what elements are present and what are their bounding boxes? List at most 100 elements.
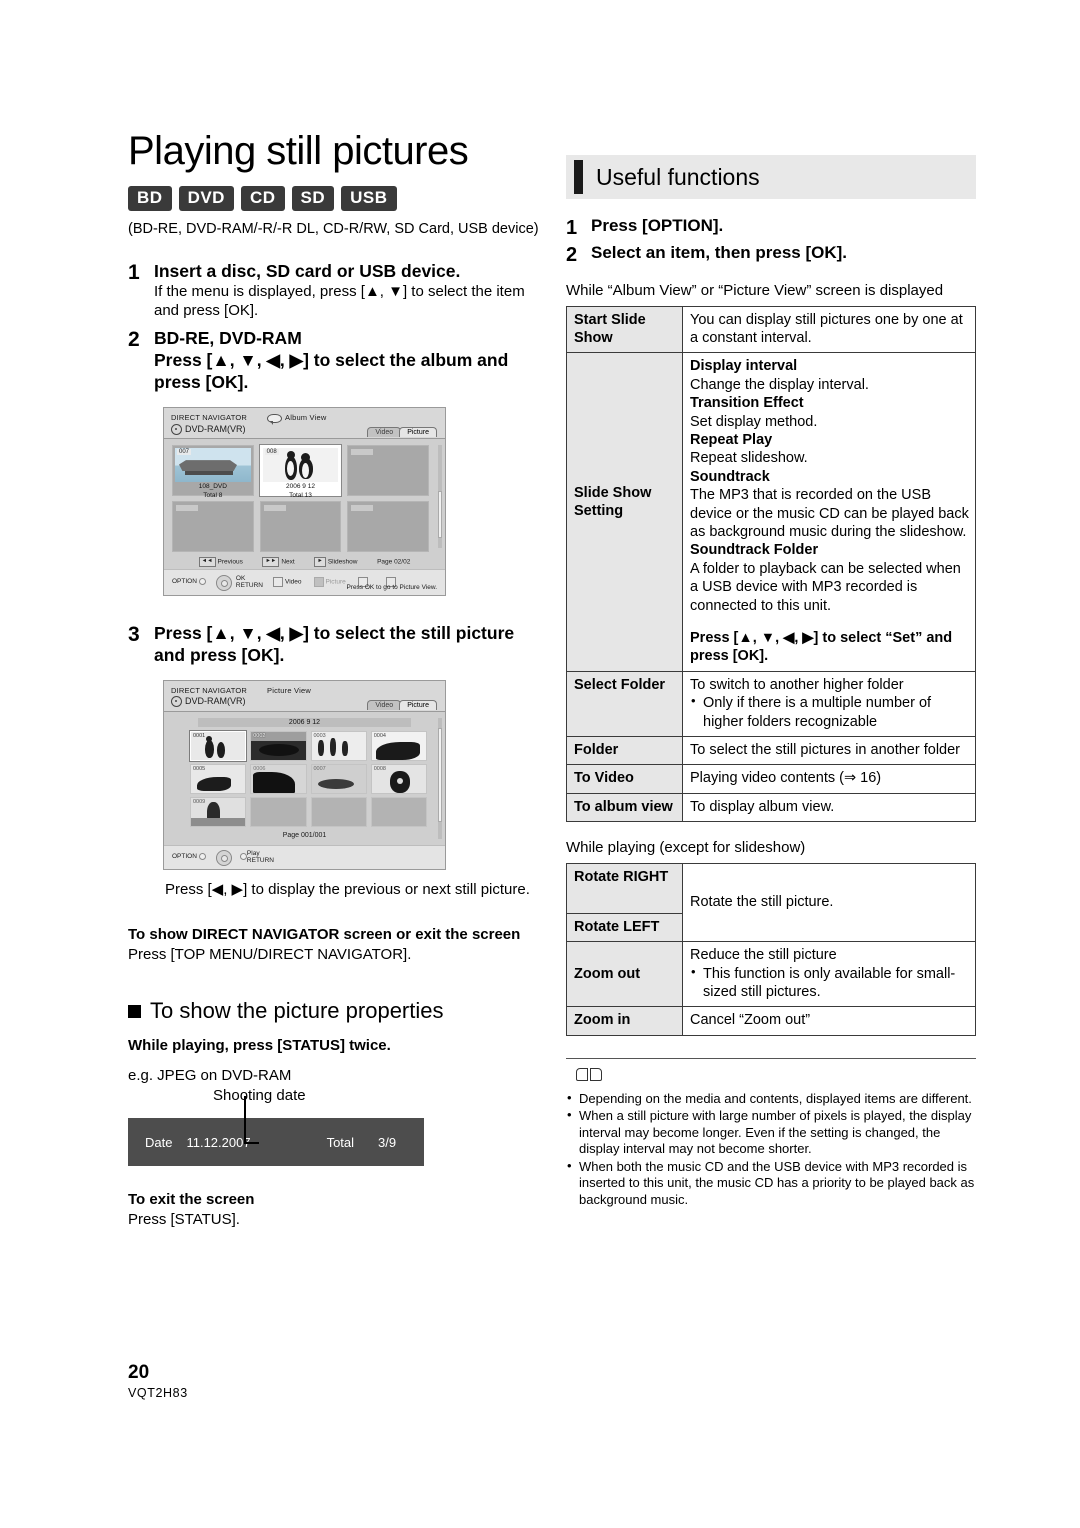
sub-option-soundtrack-folder-text: A folder to playback can be selected whe…	[690, 560, 961, 614]
zoom-out-bullets: This function is only available for smal…	[690, 964, 969, 1002]
picture-view-body: 2006 9 12 0001 0002 0003 0004 0005 0006 …	[164, 710, 445, 845]
shooting-date-callout-label: Shooting date	[213, 1087, 306, 1105]
penguin-shape-2	[217, 741, 225, 758]
penguin-belly-2	[301, 463, 309, 479]
option-key-start-slide-show: Start Slide Show	[566, 305, 683, 354]
picture-cell-empty[interactable]	[250, 796, 307, 827]
picture-view-tabs: Video Picture	[367, 699, 437, 710]
picture-cell-empty[interactable]	[370, 796, 427, 827]
step-3: 3 Press [▲, ▼, ◀, ▶] to select the still…	[128, 622, 548, 666]
picture-cell-number: 0009	[193, 798, 206, 805]
album-cell-number: 008	[264, 449, 279, 456]
status-total-label: Total	[326, 1134, 355, 1150]
option-key-to-album-view: To album view	[566, 792, 683, 823]
scrollbar-thumb[interactable]	[438, 727, 442, 822]
table-row: Zoom in Cancel “Zoom out”	[566, 1006, 976, 1036]
skip-forward-icon[interactable]: ►►	[262, 557, 280, 567]
option-value-to-album-view: To display album view.	[682, 792, 976, 823]
table-row: To Video Playing video contents (⇒ 16)	[566, 764, 976, 794]
list-item: Only if there is a multiple number of hi…	[690, 693, 969, 731]
play-icon[interactable]: ►	[314, 557, 326, 567]
picture-cell[interactable]: 0001	[190, 730, 247, 761]
picture-view-tab-picture[interactable]: Picture	[399, 699, 437, 710]
album-cell-empty[interactable]	[347, 501, 429, 553]
penguin-head-2	[300, 453, 310, 463]
album-cell-empty[interactable]	[347, 445, 429, 497]
album-thumb-ship: 007	[175, 448, 251, 483]
picture-cell[interactable]: 0009	[190, 796, 247, 827]
picture-cell[interactable]: 0007	[310, 763, 367, 794]
table-row: Start Slide Show You can display still p…	[566, 305, 976, 354]
scrollbar-thumb[interactable]	[438, 491, 442, 538]
album-cell-empty[interactable]	[259, 501, 342, 553]
sub-option-transition-effect: Transition Effect	[690, 395, 804, 412]
notes-divider	[566, 1057, 976, 1059]
option-key-label[interactable]: OPTION	[172, 578, 197, 585]
album-cell-title: 108_DVD	[198, 483, 227, 491]
picture-cell[interactable]: 0004	[370, 730, 427, 761]
step-1: 1 Insert a disc, SD card or USB device. …	[128, 260, 548, 321]
option-value-to-video: Playing video contents (⇒ 16)	[682, 764, 976, 794]
album-cell-penguin-selected[interactable]: 008 2006 9 12 Total 13	[259, 445, 342, 499]
album-thumb-penguin: 008	[262, 448, 339, 483]
list-item: This function is only available for smal…	[690, 964, 969, 1002]
album-view-scrollbar[interactable]	[438, 445, 442, 549]
table-row: Zoom out Reduce the still picture This f…	[566, 941, 976, 1008]
status-bar-illustration: Date 11.12.2007 Total 3/9	[128, 1096, 424, 1167]
picture-cell-empty[interactable]	[310, 796, 367, 827]
slide-show-setting-footer: Press [▲, ▼, ◀, ▶] to select “Set” and p…	[690, 630, 953, 665]
picture-view-key-guide: OPTION Play RETURN	[164, 844, 445, 869]
album-view-key-guide: OPTION OK RETURN Video Picture Press OK …	[164, 568, 445, 595]
placeholder-bar	[351, 449, 374, 456]
album-view-hint: Press OK to go to Picture View.	[346, 583, 437, 591]
manual-page: Playing still pictures BD DVD CD SD USB …	[0, 0, 1080, 1528]
callout-line	[244, 1096, 259, 1145]
useful-functions-band: Useful functions	[566, 155, 976, 199]
picture-cell[interactable]: 0002	[250, 730, 307, 761]
album-view-tab-video[interactable]: Video	[367, 427, 402, 438]
sub-option-display-interval-text: Change the display interval.	[690, 376, 869, 393]
picture-view-label: Picture View	[267, 685, 311, 695]
album-cell-empty[interactable]	[172, 501, 254, 553]
picture-cell[interactable]: 0005	[190, 763, 247, 794]
notes-list: Depending on the media and contents, dis…	[566, 1090, 976, 1209]
step-2: 2 BD-RE, DVD-RAM Press [▲, ▼, ◀, ▶] to s…	[128, 327, 548, 393]
page-number: 20	[128, 1362, 150, 1383]
album-cell-ship[interactable]: 007 108_DVD Total 8	[172, 445, 254, 499]
right-step-1-number: 1	[566, 217, 578, 239]
disc-icon	[171, 695, 182, 707]
picture-cell[interactable]: 0008	[370, 763, 427, 794]
media-badge-bd: BD	[128, 186, 172, 211]
picture-view-tab-video[interactable]: Video	[367, 699, 402, 710]
album-view-page-indicator: Page 02/02	[377, 558, 411, 566]
penguin-shape	[253, 771, 296, 793]
album-view-disc-label: DVD-RAM(VR)	[185, 424, 246, 435]
picture-view-scrollbar[interactable]	[438, 717, 442, 839]
penguin-head	[286, 451, 295, 460]
skip-back-icon[interactable]: ◄◄	[198, 557, 216, 567]
penguin-shape	[317, 778, 354, 789]
album-view-body: 007 108_DVD Total 8 008 2006 9 12 Total …	[164, 438, 445, 555]
picture-color-key-icon	[313, 576, 324, 587]
right-step-2-text: Select an item, then press [OK].	[591, 243, 848, 262]
previous-label: Previous	[217, 558, 243, 566]
right-column: Useful functions 1 Press [OPTION]. 2 Sel…	[566, 155, 976, 1209]
penguin-shape	[317, 739, 324, 756]
placeholder-bar	[176, 505, 198, 512]
picture-view-screenshot: DIRECT NAVIGATOR Picture View DVD-RAM(VR…	[163, 679, 446, 870]
zoom-out-text: Reduce the still picture	[690, 947, 837, 964]
ground-band	[191, 817, 246, 826]
picture-properties-heading-text: To show the picture properties	[150, 998, 444, 1024]
album-view-tab-picture[interactable]: Picture	[399, 427, 437, 438]
status-date-value: 11.12.2007	[186, 1134, 251, 1150]
album-grid: 007 108_DVD Total 8 008 2006 9 12 Total …	[172, 445, 437, 553]
option-key-label[interactable]: OPTION	[172, 853, 197, 860]
picture-cell[interactable]: 0003	[310, 730, 367, 761]
table-1-caption: While “Album View” or “Picture View” scr…	[566, 282, 944, 299]
picture-cell[interactable]: 0006	[250, 763, 307, 794]
return-key-label: RETURN	[235, 581, 264, 589]
status-total-value: 3/9	[378, 1134, 397, 1150]
option-value-start-slide-show: You can display still pictures one by on…	[682, 305, 976, 354]
table-row: To album view To display album view.	[566, 792, 976, 823]
picture-cell-number: 0007	[313, 765, 326, 772]
